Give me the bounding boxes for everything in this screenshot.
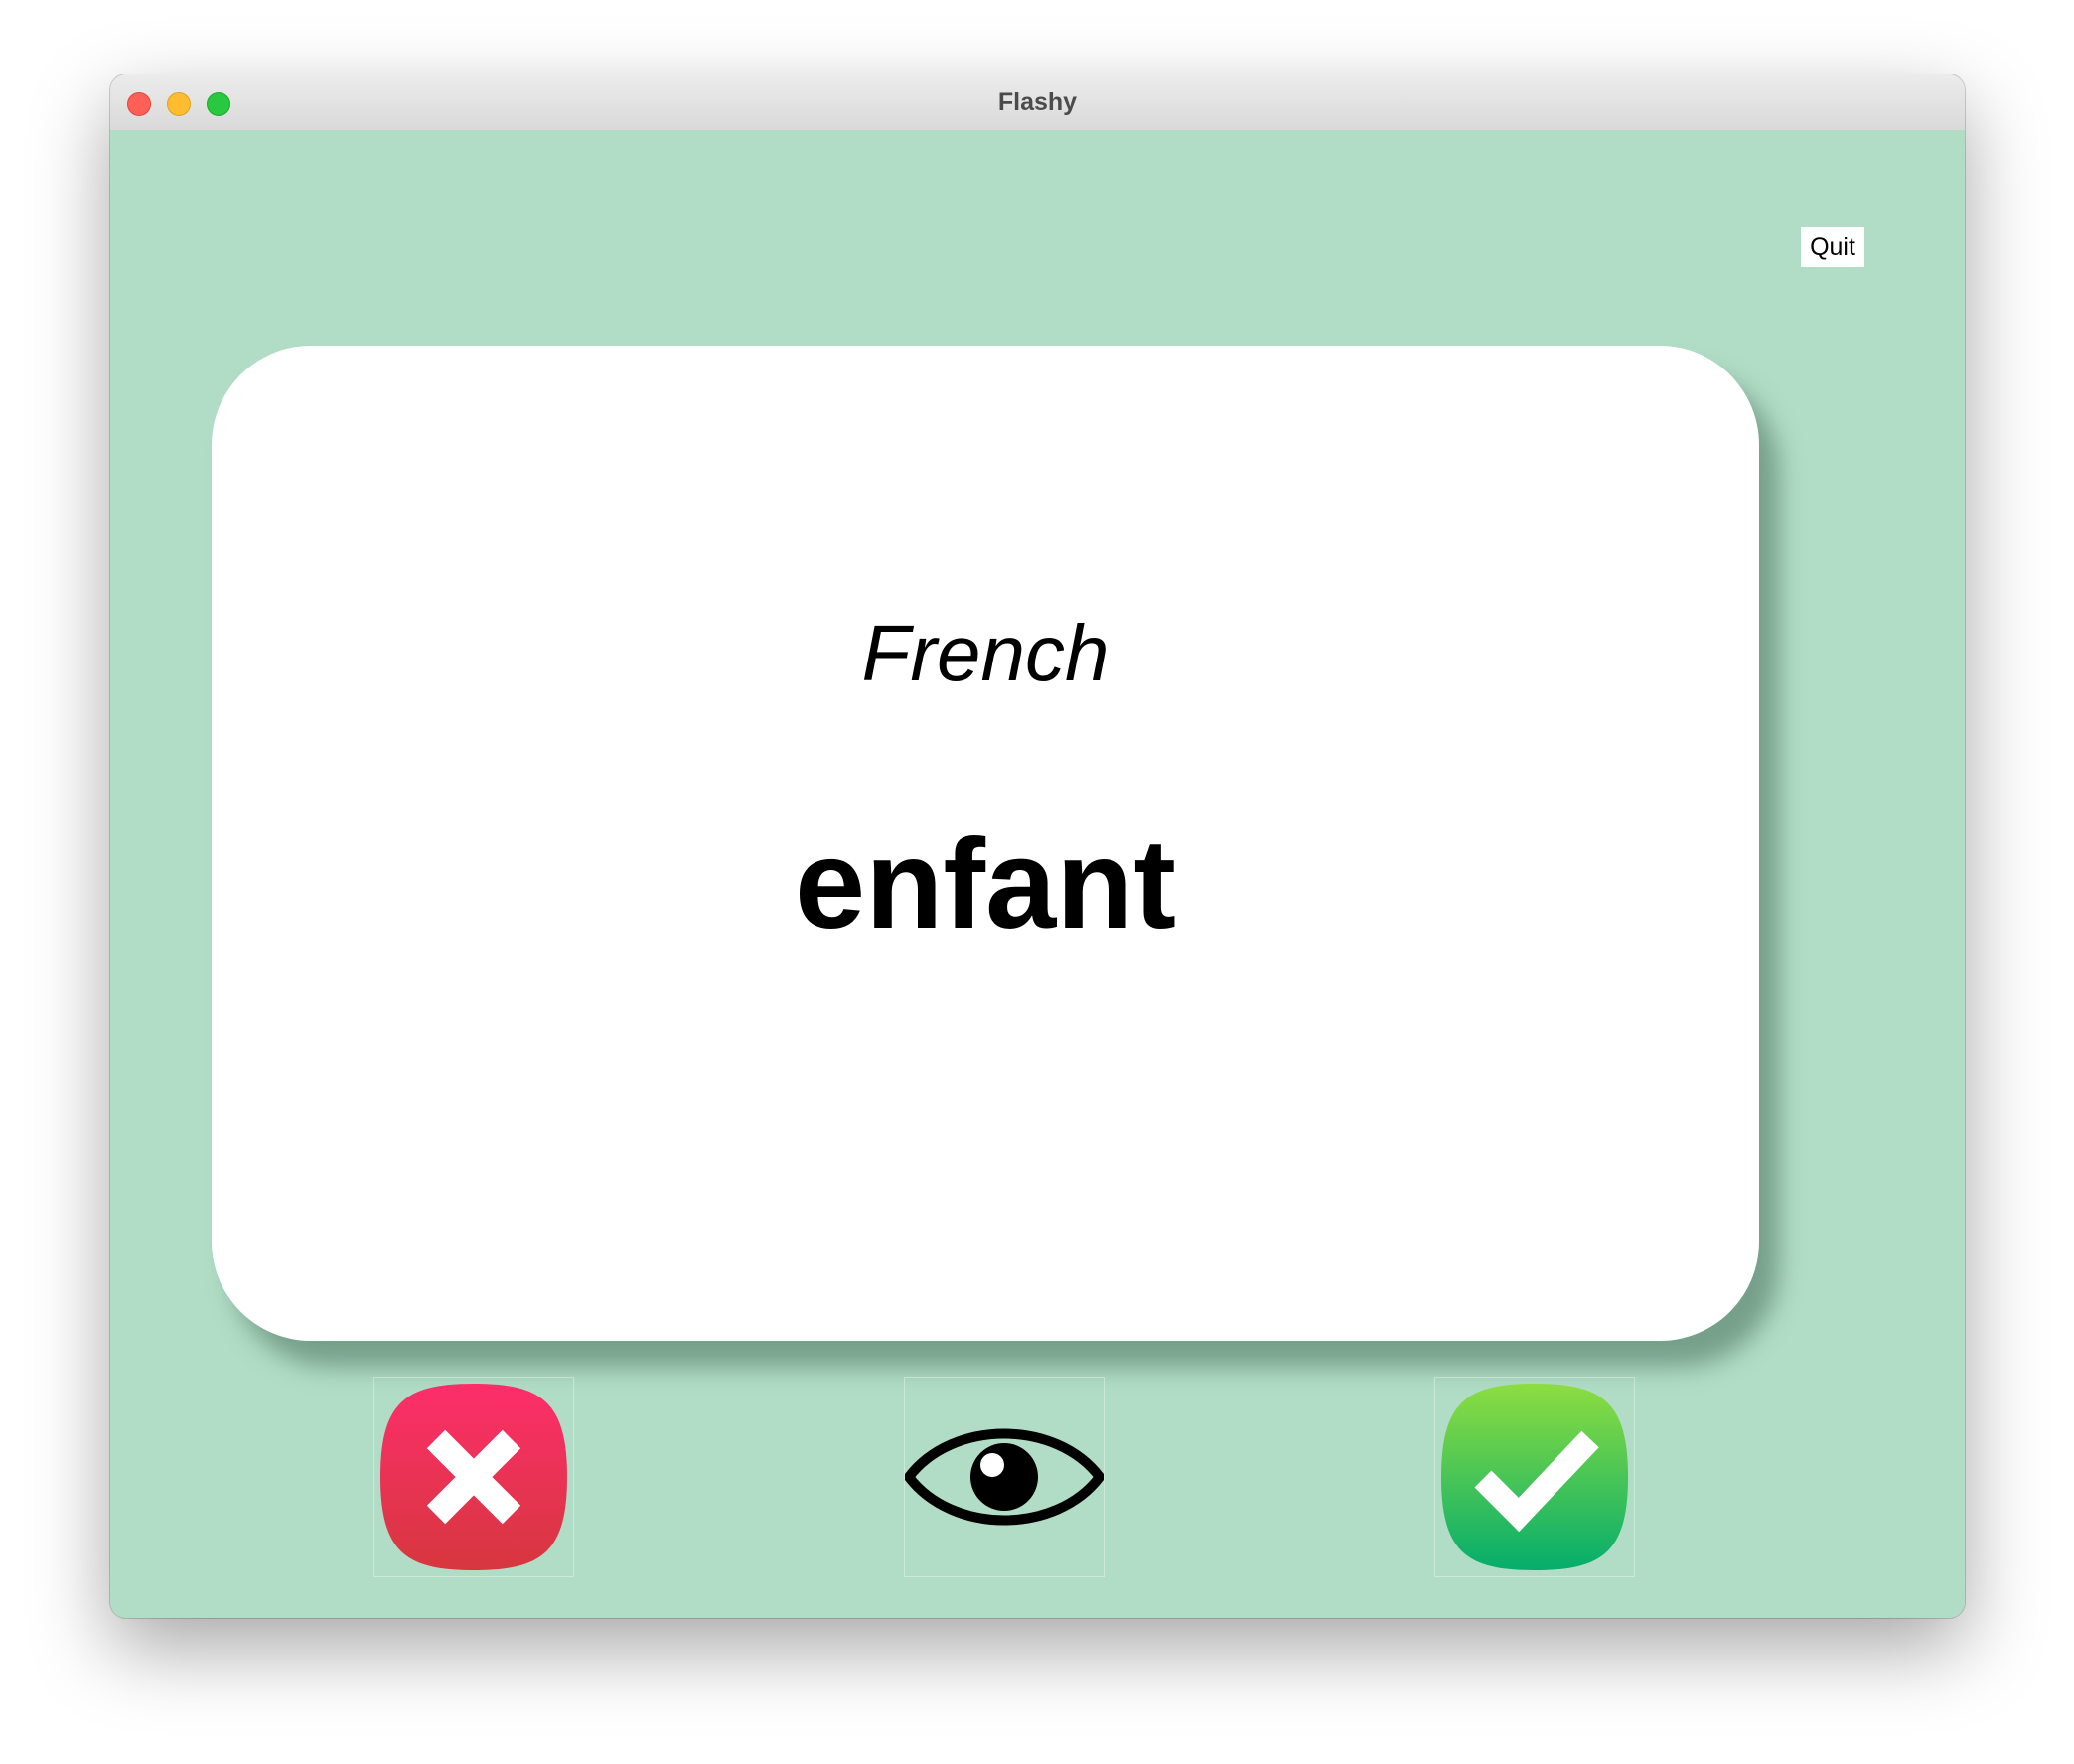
main-content: Quit French enfant (110, 130, 1965, 1618)
checkmark-icon (1441, 1384, 1628, 1570)
wrong-button[interactable] (373, 1377, 574, 1577)
quit-button[interactable]: Quit (1801, 227, 1864, 267)
app-window: Flashy Quit French enfant (110, 74, 1965, 1618)
flip-card-button[interactable] (904, 1377, 1105, 1577)
x-mark-icon (380, 1384, 567, 1570)
eye-icon (905, 1428, 1104, 1526)
title-bar: Flashy (110, 74, 1965, 131)
window-title: Flashy (997, 88, 1078, 116)
flash-card: French enfant (212, 346, 1759, 1341)
card-language-title: French (861, 609, 1110, 697)
right-button[interactable] (1434, 1377, 1635, 1577)
card-word: enfant (795, 813, 1176, 956)
